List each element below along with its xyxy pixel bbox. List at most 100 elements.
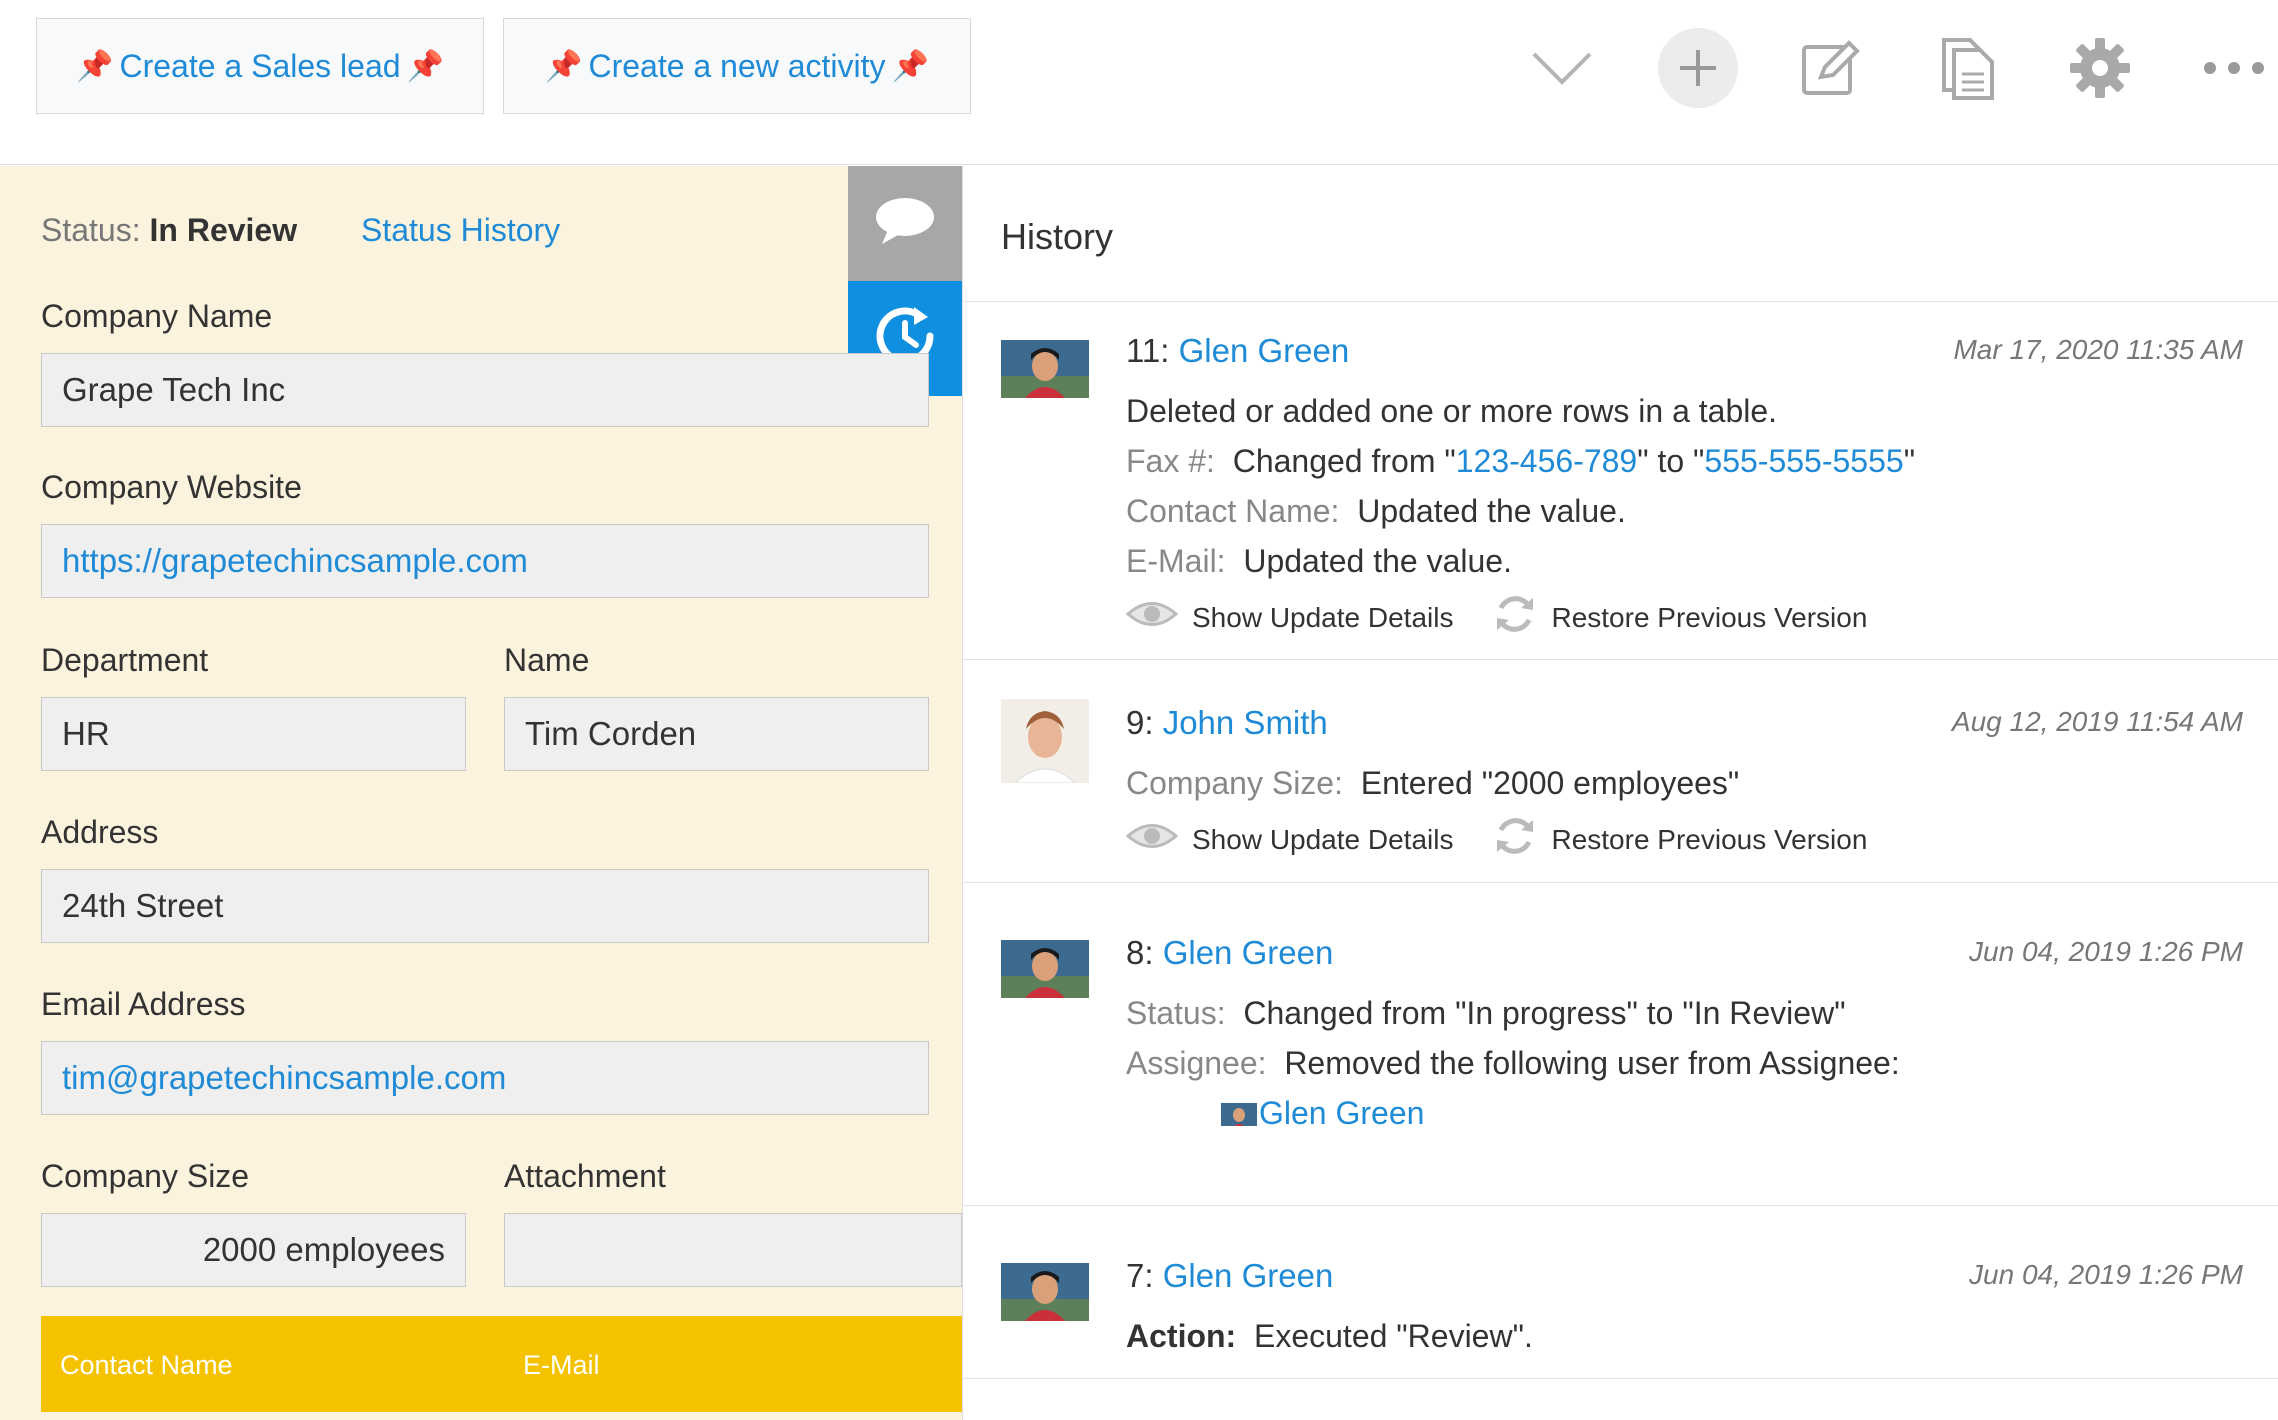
change-line: E-Mail: Updated the value. (1126, 543, 1512, 580)
user-link[interactable]: John Smith (1163, 704, 1328, 741)
address-label: Address (41, 814, 159, 850)
attachment-label: Attachment (504, 1158, 666, 1194)
user-link[interactable]: Glen Green (1163, 934, 1334, 971)
field-key: Company Size: (1126, 765, 1343, 801)
change-text: Updated the value. (1243, 543, 1512, 579)
entry-actions: Show Update Details Restore Previous Ver… (1125, 592, 1867, 643)
name-field[interactable]: Tim Corden (504, 697, 929, 771)
change-line: Fax #: Changed from "123-456-789" to "55… (1126, 443, 1915, 480)
eye-icon (1125, 821, 1179, 858)
toolbar: 📌 Create a Sales lead 📌 📌 Create a new a… (0, 0, 2278, 165)
column-contact-name: Contact Name (60, 1350, 233, 1380)
department-label: Department (41, 642, 209, 678)
new-value-link[interactable]: 555-555-5555 (1704, 443, 1903, 479)
name-label: Name (504, 642, 590, 678)
status-value: In Review (149, 212, 298, 248)
user-link[interactable]: Glen Green (1259, 1095, 1424, 1131)
user-link[interactable]: Glen Green (1179, 332, 1350, 369)
chevron-down-icon[interactable] (1522, 28, 1602, 108)
pin-icon: 📌 (76, 49, 114, 83)
status-label: Status: (41, 212, 141, 248)
avatar (1001, 1263, 1089, 1321)
company-website-field[interactable]: https://grapetechincsample.com (41, 524, 929, 598)
create-sales-lead-button[interactable]: 📌 Create a Sales lead 📌 (36, 18, 484, 114)
restore-previous-version-label: Restore Previous Version (1551, 601, 1868, 633)
show-update-details-label: Show Update Details (1192, 823, 1454, 855)
field-key: Assignee: (1126, 1045, 1267, 1081)
company-size-label: Company Size (41, 1158, 250, 1194)
field-key: E-Mail: (1126, 543, 1226, 579)
history-title: History (1001, 216, 1114, 257)
company-size-field[interactable]: 2000 employees (41, 1213, 466, 1287)
entry-number: 9: (1126, 704, 1154, 741)
change-line: Deleted or added one or more rows in a t… (1126, 393, 1777, 430)
history-entry: 11: Glen Green Mar 17, 2020 11:35 AM Del… (963, 302, 2278, 660)
company-name-field[interactable]: Grape Tech Inc (41, 353, 929, 427)
entry-header: 8: Glen Green (1126, 934, 1333, 972)
change-line: Contact Name: Updated the value. (1126, 493, 1626, 530)
change-line: Company Size: Entered "2000 employees" (1126, 765, 1739, 802)
edit-icon[interactable] (1790, 28, 1870, 108)
pin-icon: 📌 (545, 49, 583, 83)
field-key: Contact Name: (1126, 493, 1340, 529)
restore-previous-version-button[interactable]: Restore Previous Version (1493, 814, 1867, 865)
pin-icon: 📌 (406, 49, 444, 83)
address-field[interactable]: 24th Street (41, 869, 929, 943)
change-line: Assignee: Removed the following user fro… (1126, 1045, 1900, 1082)
eye-icon (1125, 599, 1179, 636)
avatar (1221, 1100, 1257, 1126)
show-update-details-button[interactable]: Show Update Details (1125, 821, 1454, 858)
entry-date: Jun 04, 2019 1:26 PM (1969, 1259, 2243, 1290)
history-panel: History 11: Glen Green Mar 17, 2020 11:3… (962, 166, 2278, 1420)
refresh-icon (1493, 814, 1537, 865)
entry-date: Aug 12, 2019 11:54 AM (1951, 706, 2243, 737)
entry-date: Mar 17, 2020 11:35 AM (1953, 334, 2243, 365)
status-display: Status: In Review (41, 212, 297, 249)
entry-header: 9: John Smith (1126, 704, 1328, 742)
plus-icon[interactable] (1658, 28, 1738, 108)
removed-user: Glen Green (1221, 1095, 1424, 1132)
department-field[interactable]: HR (41, 697, 466, 771)
old-value-link[interactable]: 123-456-789 (1456, 443, 1637, 479)
change-line: Status: Changed from "In progress" to "I… (1126, 995, 1846, 1032)
change-text: Changed from "In progress" to "In Review… (1243, 995, 1846, 1031)
gear-icon[interactable] (2060, 28, 2140, 108)
show-update-details-button[interactable]: Show Update Details (1125, 599, 1454, 636)
history-entry: 8: Glen Green Jun 04, 2019 1:26 PM Statu… (963, 884, 2278, 1206)
avatar (1001, 940, 1089, 998)
history-entry: 9: John Smith Aug 12, 2019 11:54 AM Comp… (963, 661, 2278, 883)
restore-previous-version-button[interactable]: Restore Previous Version (1493, 592, 1867, 643)
contacts-table-header: Contact Name E-Mail (41, 1316, 962, 1412)
email-field[interactable]: tim@grapetechincsample.com (41, 1041, 929, 1115)
more-icon[interactable] (2194, 28, 2274, 108)
change-text: Deleted or added one or more rows in a t… (1126, 393, 1778, 429)
attachment-field[interactable] (504, 1213, 962, 1287)
change-text: " (1903, 443, 1916, 479)
create-activity-button[interactable]: 📌 Create a new activity 📌 (503, 18, 971, 114)
field-key: Status: (1126, 995, 1226, 1031)
field-key: Action: (1126, 1318, 1237, 1354)
entry-number: 11: (1126, 332, 1170, 369)
change-text: " to " (1637, 443, 1705, 479)
create-sales-lead-label: Create a Sales lead (119, 47, 401, 84)
pin-icon: 📌 (891, 49, 929, 83)
refresh-icon (1493, 592, 1537, 643)
show-update-details-label: Show Update Details (1192, 601, 1454, 633)
change-line: Action: Executed "Review". (1126, 1318, 1533, 1355)
email-label: Email Address (41, 986, 246, 1022)
comments-tab[interactable] (848, 166, 962, 281)
document-icon[interactable] (1926, 28, 2006, 108)
status-history-link[interactable]: Status History (361, 212, 560, 249)
change-text: Entered "2000 employees" (1360, 765, 1740, 801)
company-name-label: Company Name (41, 298, 273, 334)
company-website-label: Company Website (41, 469, 302, 505)
change-text: Changed from " (1232, 443, 1456, 479)
entry-number: 8: (1126, 934, 1154, 971)
restore-previous-version-label: Restore Previous Version (1551, 823, 1868, 855)
avatar (1001, 699, 1089, 783)
field-key: Fax #: (1126, 443, 1215, 479)
entry-actions: Show Update Details Restore Previous Ver… (1125, 814, 1867, 865)
entry-header: 7: Glen Green (1126, 1257, 1333, 1295)
user-link[interactable]: Glen Green (1163, 1257, 1334, 1294)
entry-header: 11: Glen Green (1126, 332, 1349, 370)
